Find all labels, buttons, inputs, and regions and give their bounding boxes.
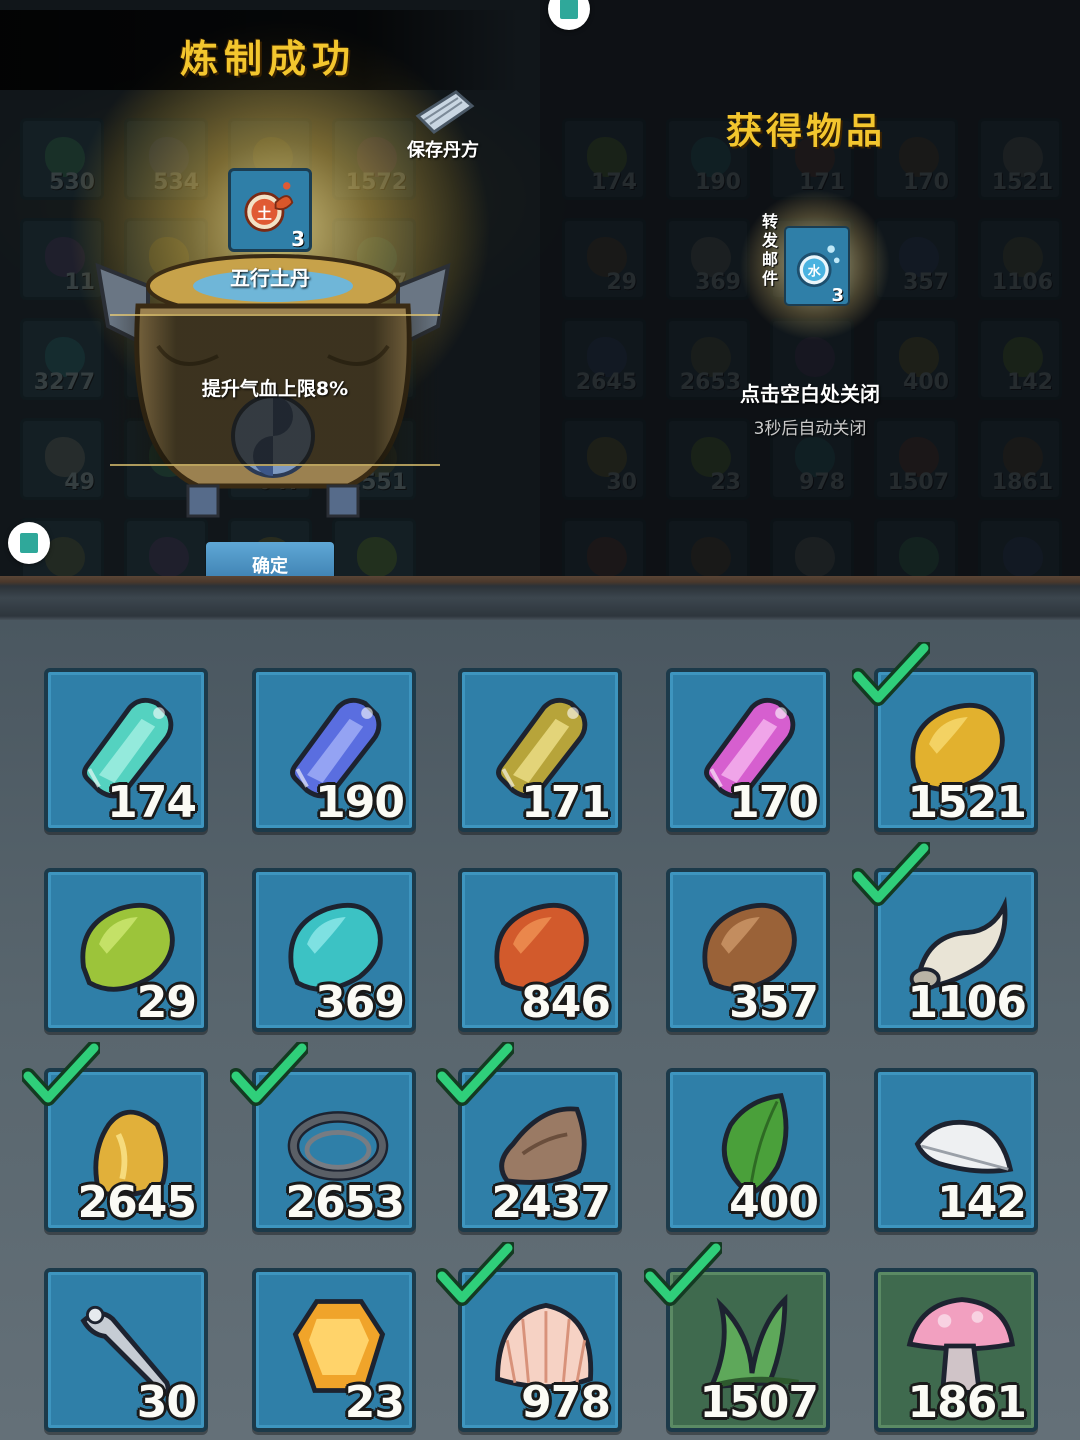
inventory-slot[interactable]: 400 <box>666 1068 830 1232</box>
selected-check-icon <box>230 1042 308 1106</box>
inventory-slot[interactable]: 357 <box>666 868 830 1032</box>
item-quantity: 174 <box>107 777 197 828</box>
save-recipe-button[interactable]: 保存丹方 <box>398 86 488 162</box>
inventory-slot[interactable]: 2645 <box>22 1042 208 1232</box>
inventory-slot[interactable]: 1521 <box>852 642 1038 832</box>
result-item-name: 五行土丹 <box>230 266 310 290</box>
selected-check-icon <box>644 1242 722 1306</box>
selected-check-icon <box>436 1242 514 1306</box>
panel-divider <box>0 576 1080 620</box>
result-quantity: 3 <box>291 227 305 251</box>
item-quantity: 846 <box>521 977 611 1028</box>
item-quantity: 2653 <box>285 1177 405 1228</box>
inventory-slot[interactable]: 171 <box>458 668 622 832</box>
close-hint: 点击空白处关闭 <box>740 382 880 406</box>
item-quantity: 2437 <box>491 1177 611 1228</box>
inventory-slot[interactable]: 1106 <box>852 842 1038 1032</box>
item-quantity: 29 <box>136 977 197 1028</box>
inventory-grid: 174 190 171 170 1521 29 369 846 357 1106 2645 2653 2… <box>0 620 1080 1440</box>
floating-side-button[interactable] <box>8 522 50 564</box>
inventory-slot[interactable]: 23 <box>252 1268 416 1432</box>
inventory-slot[interactable]: 2437 <box>436 1042 622 1232</box>
reward-item-slot[interactable]: 水 3 <box>784 226 850 306</box>
inventory-slot[interactable]: 142 <box>874 1068 1038 1232</box>
inventory-slot[interactable]: 846 <box>458 868 622 1032</box>
item-quantity: 1106 <box>907 977 1027 1028</box>
item-quantity: 190 <box>315 777 405 828</box>
item-quantity: 23 <box>344 1377 405 1428</box>
selected-check-icon <box>22 1042 100 1106</box>
inventory-slot[interactable]: 30 <box>44 1268 208 1432</box>
reward-quantity: 3 <box>831 285 844 306</box>
inventory-slot[interactable]: 1861 <box>874 1268 1038 1432</box>
item-quantity: 1861 <box>907 1377 1027 1428</box>
reward-badge: 水 <box>808 262 822 279</box>
crafting-result-overlay[interactable]: 5305345241572174190171170152111170729369… <box>0 0 1080 578</box>
item-quantity: 357 <box>729 977 819 1028</box>
craft-success-title: 炼制成功 <box>180 37 357 81</box>
inventory-slot[interactable]: 369 <box>252 868 416 1032</box>
inventory-slot[interactable]: 1507 <box>644 1242 830 1432</box>
result-item-slot: 土 3 <box>228 168 312 252</box>
inventory-slot[interactable]: 174 <box>44 668 208 832</box>
item-quantity: 2645 <box>77 1177 197 1228</box>
item-quantity: 400 <box>729 1177 819 1228</box>
inventory-slot[interactable]: 978 <box>436 1242 622 1432</box>
item-quantity: 142 <box>937 1177 1027 1228</box>
confirm-button[interactable]: 确定 <box>206 542 334 578</box>
inventory-slot[interactable]: 170 <box>666 668 830 832</box>
selected-check-icon <box>436 1042 514 1106</box>
item-quantity: 170 <box>729 777 819 828</box>
inventory-slot[interactable]: 190 <box>252 668 416 832</box>
item-quantity: 978 <box>521 1377 611 1428</box>
item-quantity: 171 <box>521 777 611 828</box>
inventory-slot[interactable]: 2653 <box>230 1042 416 1232</box>
inventory-slot[interactable]: 29 <box>44 868 208 1032</box>
obtained-items-title: 获得物品 <box>726 111 887 152</box>
item-quantity: 30 <box>136 1377 197 1428</box>
item-quantity: 369 <box>315 977 405 1028</box>
selected-check-icon <box>852 842 930 906</box>
result-badge: 土 <box>257 204 272 222</box>
selected-check-icon <box>852 642 930 706</box>
forward-mail-tag: 转发邮件 <box>762 212 779 288</box>
scroll-icon <box>415 90 475 134</box>
result-effect-text: 提升气血上限8% <box>201 378 349 400</box>
save-recipe-label: 保存丹方 <box>407 140 479 161</box>
auto-close-timer: 3秒后自动关闭 <box>753 419 867 439</box>
item-quantity: 1521 <box>907 777 1027 828</box>
item-quantity: 1507 <box>699 1377 819 1428</box>
